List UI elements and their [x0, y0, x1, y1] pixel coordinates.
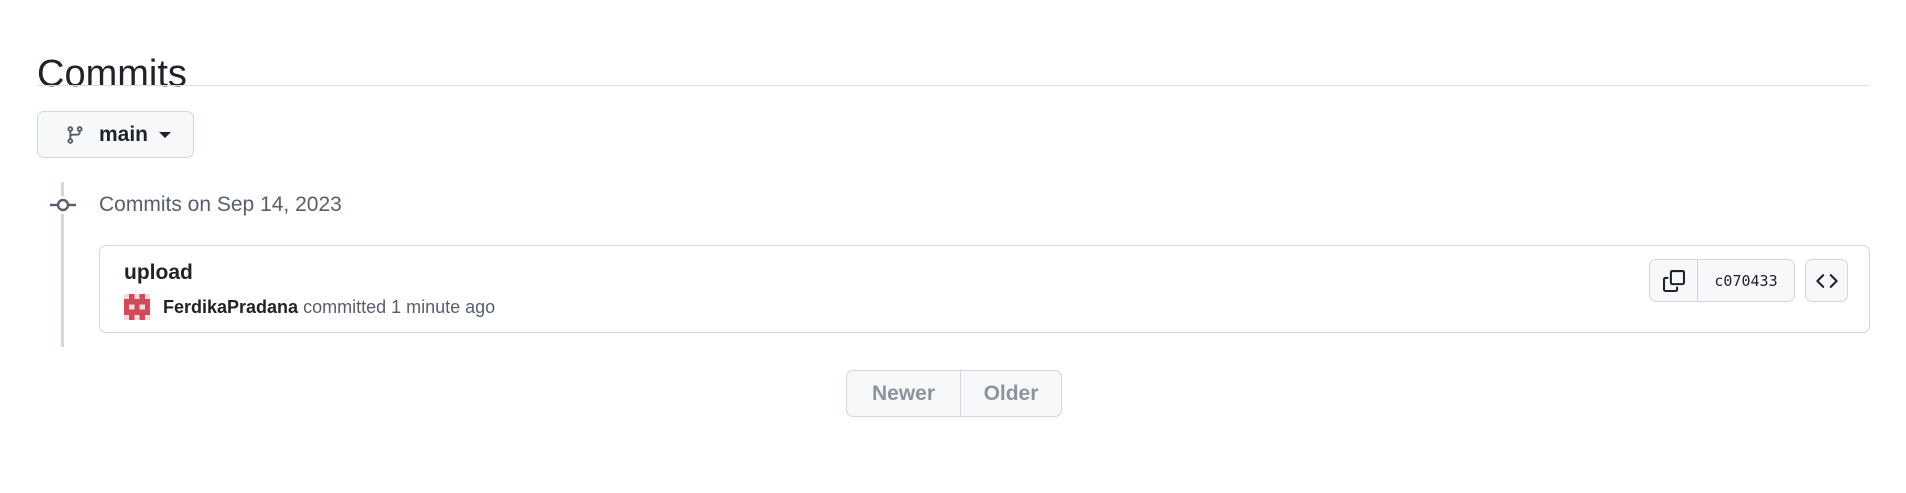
page-title: Commits	[37, 53, 187, 96]
pagination: Newer Older	[846, 370, 1062, 417]
newer-button[interactable]: Newer	[847, 371, 961, 416]
copy-sha-button[interactable]	[1650, 260, 1698, 301]
commit-meta: FerdikaPradana committed 1 minute ago	[163, 295, 495, 319]
commit-sha-link[interactable]: c070433	[1698, 260, 1794, 301]
commit-time: 1 minute ago	[391, 297, 496, 317]
commit-sha-group: c070433	[1649, 259, 1795, 302]
commit-message-link[interactable]: upload	[124, 261, 193, 285]
avatar[interactable]	[124, 294, 150, 320]
git-commit-icon	[49, 196, 77, 214]
copy-icon	[1662, 269, 1685, 292]
older-button[interactable]: Older	[961, 371, 1061, 416]
title-divider	[37, 85, 1869, 86]
commit-action: committed	[303, 297, 387, 317]
branch-selector-button[interactable]: main	[37, 111, 194, 158]
commit-group-heading: Commits on Sep 14, 2023	[99, 193, 342, 216]
branch-name: main	[99, 123, 149, 146]
commit-author-link[interactable]: FerdikaPradana	[163, 297, 298, 317]
git-branch-icon	[67, 126, 83, 144]
code-icon	[1815, 273, 1838, 288]
caret-down-icon	[159, 132, 171, 138]
commit-card: upload FerdikaPradana committed 1 minute…	[99, 245, 1870, 333]
browse-files-button[interactable]	[1805, 259, 1848, 302]
